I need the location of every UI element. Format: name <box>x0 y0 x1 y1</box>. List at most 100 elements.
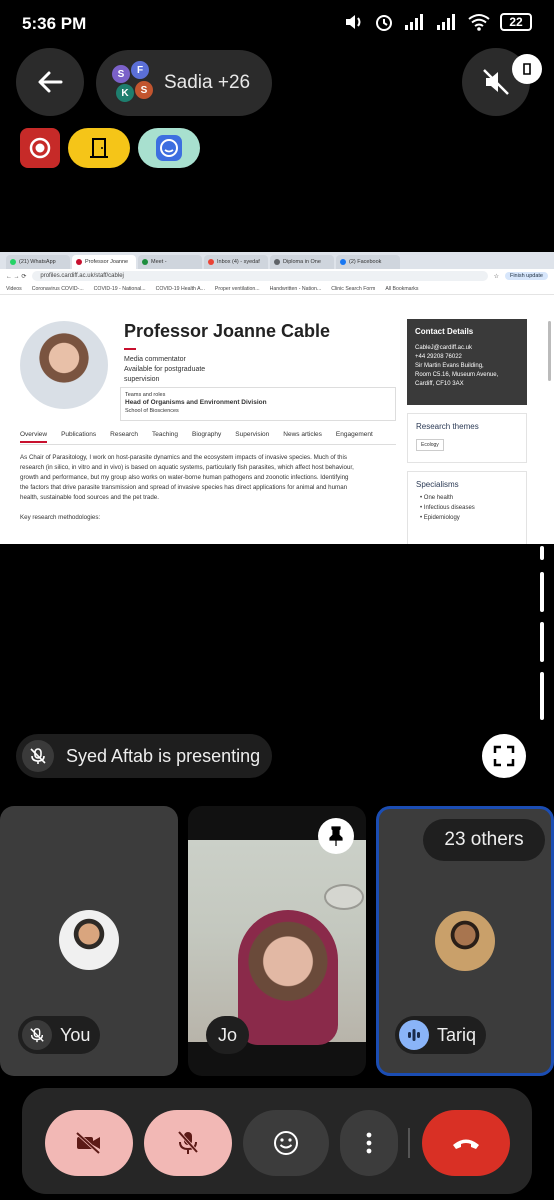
record-icon <box>29 137 51 159</box>
teams-and-roles: Teams and roles Head of Organisms and En… <box>120 387 396 421</box>
battery-indicator: 22 <box>500 13 532 31</box>
bookmark-item[interactable]: COVID-19 - National... <box>94 286 146 292</box>
mic-off-button[interactable] <box>144 1110 232 1176</box>
signal-icon <box>405 14 423 30</box>
participant-name: Jo <box>218 1024 238 1045</box>
scroll-indicator <box>540 672 544 720</box>
finish-update-button[interactable]: Finish update <box>504 272 548 280</box>
bio-line: health, sustainable food sources and the… <box>20 494 159 501</box>
bio-line: growth and performance, but my group als… <box>20 474 349 481</box>
video-off-icon <box>75 1132 101 1154</box>
emoji-icon <box>274 1131 298 1155</box>
contact-address: Sir Martin Evans Building, <box>415 363 484 369</box>
tile-tariq[interactable]: 23 others Tariq <box>376 806 554 1076</box>
gmail-icon <box>208 259 214 265</box>
browser-tab-bar: (21) WhatsApp Professor Joanne Meet - In… <box>0 252 554 269</box>
subnav-publications[interactable]: Publications <box>61 431 96 443</box>
star-icon[interactable]: ☆ <box>494 273 499 280</box>
specialism-item: • One health <box>420 495 454 501</box>
specialisms-list: • One health • Infectious diseases • Epi… <box>416 493 518 523</box>
bookmark-item[interactable]: Coronavirus COVID-... <box>32 286 84 292</box>
page-scrollbar[interactable] <box>548 321 551 381</box>
meet-icon <box>142 259 148 265</box>
url-field[interactable]: profiles.cardiff.ac.uk/staff/cablej <box>32 271 488 281</box>
reactions-button[interactable] <box>243 1110 329 1176</box>
contact-heading: Contact Details <box>415 327 474 336</box>
avatar: F <box>130 60 150 80</box>
tile-jo[interactable]: Jo <box>188 806 366 1076</box>
browser-tab[interactable]: (21) WhatsApp <box>6 255 70 269</box>
contact-email[interactable]: CableJ@cardiff.ac.uk <box>415 344 519 353</box>
bio-text: As Chair of Parasitology, I work on host… <box>20 453 398 523</box>
subnav-supervision[interactable]: Supervision <box>235 431 269 443</box>
subnav-research[interactable]: Research <box>110 431 138 443</box>
camera-off-button[interactable] <box>45 1110 133 1176</box>
more-options-button[interactable] <box>340 1110 398 1176</box>
call-controls-bar <box>22 1088 532 1194</box>
whatsapp-icon <box>10 259 16 265</box>
fullscreen-icon <box>493 745 515 767</box>
browser-tab[interactable]: Professor Joanne <box>72 255 136 269</box>
facebook-icon <box>340 259 346 265</box>
profile-subnav: Overview Publications Research Teaching … <box>20 431 373 443</box>
browser-address-bar: ← → ⟳ profiles.cardiff.ac.uk/staff/cable… <box>0 269 554 283</box>
research-theme-tag[interactable]: Ecology <box>416 439 444 451</box>
browser-tab[interactable]: Meet - <box>138 255 202 269</box>
mic-off-icon <box>22 740 54 772</box>
meta-line: Media commentator <box>124 356 186 363</box>
bookmark-item[interactable]: Clinic Search Form <box>331 286 375 292</box>
speaking-indicator-icon <box>399 1020 429 1050</box>
subnav-overview[interactable]: Overview <box>20 431 48 443</box>
participant-name: You <box>60 1024 91 1045</box>
browser-tab[interactable]: (2) Facebook <box>336 255 400 269</box>
speaker-device-badge <box>512 54 542 84</box>
specialisms-heading: Specialisms <box>416 480 459 489</box>
name-chip: Tariq <box>395 1016 487 1054</box>
breakout-room-badge[interactable] <box>68 128 130 168</box>
scroll-indicator <box>540 622 544 662</box>
name-chip: You <box>18 1016 101 1054</box>
profile-page: Professor Joanne Cable Media commentator… <box>0 295 554 544</box>
research-themes-heading: Research themes <box>416 422 479 431</box>
companion-badge[interactable] <box>138 128 200 168</box>
bookmark-item[interactable]: Proper ventilation... <box>215 286 260 292</box>
subnav-news[interactable]: News articles <box>283 431 322 443</box>
fullscreen-button[interactable] <box>482 734 526 778</box>
avatar: K <box>115 83 135 103</box>
subnav-divider <box>20 444 396 445</box>
contact-address: Cardiff, CF10 3AX <box>415 381 464 387</box>
call-end-icon <box>453 1139 479 1149</box>
bookmarks-bar: Videos Coronavirus COVID-... COVID-19 - … <box>0 283 554 295</box>
subnav-teaching[interactable]: Teaching <box>152 431 178 443</box>
tile-you[interactable]: You <box>0 806 178 1076</box>
end-call-button[interactable] <box>422 1110 510 1176</box>
nav-arrows-icon[interactable]: ← → ⟳ <box>6 273 26 280</box>
bookmark-item[interactable]: Handwritten - Nation... <box>270 286 322 292</box>
ceiling-light <box>324 884 364 910</box>
meta-line: supervision <box>124 376 160 383</box>
contact-phone: +44 29208 76022 <box>415 354 462 360</box>
back-button[interactable] <box>16 48 84 116</box>
pin-button[interactable] <box>318 818 354 854</box>
bookmark-item[interactable]: COVID-19 Health A... <box>156 286 205 292</box>
contact-details-card: Contact Details CableJ@cardiff.ac.uk +44… <box>407 319 527 405</box>
shared-screen[interactable]: (21) WhatsApp Professor Joanne Meet - In… <box>0 252 554 544</box>
alarm-icon <box>376 15 392 31</box>
school-name: School of Biosciences <box>125 408 179 414</box>
signal-icon-2 <box>437 14 455 30</box>
subnav-biography[interactable]: Biography <box>192 431 221 443</box>
participant-figure <box>238 910 338 1045</box>
participants-pill[interactable]: S F K S Sadia +26 <box>96 50 272 116</box>
browser-tab[interactable]: Inbox (4) - syedaf <box>204 255 268 269</box>
others-count-chip[interactable]: 23 others <box>423 819 545 861</box>
browser-tab[interactable]: Diploma in One <box>270 255 334 269</box>
recording-badge[interactable] <box>20 128 60 168</box>
bookmark-item[interactable]: All Bookmarks <box>385 286 418 292</box>
bookmark-item[interactable]: Videos <box>6 286 22 292</box>
name-chip: Jo <box>206 1016 250 1054</box>
pin-icon <box>329 826 343 846</box>
wifi-icon <box>468 14 490 31</box>
subnav-engagement[interactable]: Engagement <box>336 431 373 443</box>
specialism-item: • Epidemiology <box>420 515 460 521</box>
mic-off-icon <box>177 1130 199 1154</box>
